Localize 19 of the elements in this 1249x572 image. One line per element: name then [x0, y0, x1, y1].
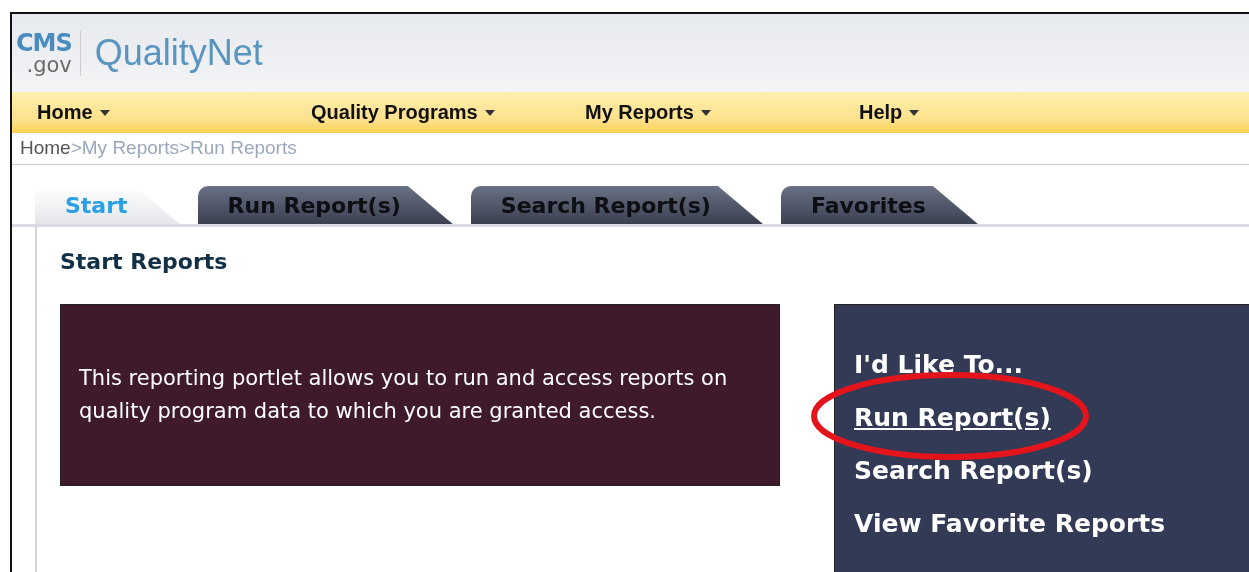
logo-name: QualityNet	[94, 32, 263, 74]
breadcrumb-link[interactable]: Home	[20, 137, 71, 158]
actions-heading: I'd Like To...	[854, 349, 1025, 381]
caret-icon	[484, 109, 495, 116]
logo-mark-text: CMS	[16, 30, 72, 55]
nav-menu-item[interactable]: My Reports	[585, 101, 859, 124]
action-link[interactable]: Search Report(s)	[854, 456, 1093, 485]
nav-menu-item[interactable]: Home	[37, 101, 311, 124]
logo-mark-text: .gov	[26, 54, 72, 76]
breadcrumb-separator: >	[178, 137, 191, 158]
breadcrumb-separator: >	[70, 137, 82, 158]
intro-text: This reporting portlet allows you to run and access reports on quality program data to which you are granted access.	[79, 365, 729, 425]
panel-title: Start Reports	[60, 249, 229, 274]
caret-icon	[700, 109, 711, 116]
nav-menu-item[interactable]: Quality Programs	[311, 101, 585, 124]
action-link[interactable]: View Favorite Reports	[854, 509, 1166, 538]
nav-menu-item[interactable]: Help	[859, 101, 1133, 124]
caret-icon	[909, 109, 920, 116]
caret-icon	[99, 109, 110, 116]
